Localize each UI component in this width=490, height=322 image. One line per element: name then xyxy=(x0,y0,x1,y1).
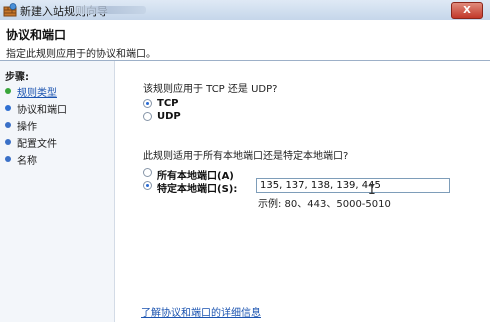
step-label: 名称 xyxy=(17,156,37,167)
wizard-header: 协议和端口 指定此规则应用于的协议和端口。 xyxy=(0,20,490,60)
radio-specific-ports-label: 特定本地端口(S): xyxy=(157,184,238,195)
ports-question: 此规则适用于所有本地端口还是特定本地端口? xyxy=(143,151,349,162)
learn-more-link[interactable]: 了解协议和端口的详细信息 xyxy=(141,304,261,319)
main-content: 该规则应用于 TCP 还是 UDP? TCP UDP 此规则适用于所有本地端口还… xyxy=(115,61,490,322)
radio-unselected-icon[interactable] xyxy=(143,168,152,177)
radio-unselected-icon[interactable] xyxy=(143,112,152,121)
page-title: 协议和端口 xyxy=(6,28,67,42)
steps-label: 步骤: xyxy=(5,72,29,83)
step-bullet-icon xyxy=(5,122,11,128)
step-bullet-icon xyxy=(5,105,11,111)
title-bar-obscured-area xyxy=(74,6,146,14)
step-label: 配置文件 xyxy=(17,139,57,150)
wizard-window: 新建入站规则向导 X 协议和端口 指定此规则应用于的协议和端口。 步骤: 规则类… xyxy=(0,0,490,322)
radio-tcp-label: TCP xyxy=(157,98,179,109)
radio-udp-label: UDP xyxy=(157,111,181,122)
step-label: 协议和端口 xyxy=(17,105,67,116)
step-label: 操作 xyxy=(17,122,37,133)
steps-sidebar: 步骤: 规则类型 协议和端口 操作 配置文件 名称 xyxy=(0,61,115,322)
step-bullet-icon xyxy=(5,88,11,94)
firewall-icon xyxy=(3,3,17,17)
step-bullet-icon xyxy=(5,156,11,162)
step-label: 规则类型 xyxy=(17,88,57,99)
radio-selected-icon[interactable] xyxy=(143,99,152,108)
page-subtitle: 指定此规则应用于的协议和端口。 xyxy=(6,49,156,60)
title-bar[interactable]: 新建入站规则向导 X xyxy=(0,0,490,20)
radio-selected-icon[interactable] xyxy=(143,181,152,190)
ports-example: 示例: 80、443、5000-5010 xyxy=(258,199,391,210)
specific-ports-input[interactable]: 135, 137, 138, 139, 445 xyxy=(256,178,450,193)
protocol-question: 该规则应用于 TCP 还是 UDP? xyxy=(143,84,278,95)
close-button[interactable]: X xyxy=(451,2,483,19)
step-bullet-icon xyxy=(5,139,11,145)
